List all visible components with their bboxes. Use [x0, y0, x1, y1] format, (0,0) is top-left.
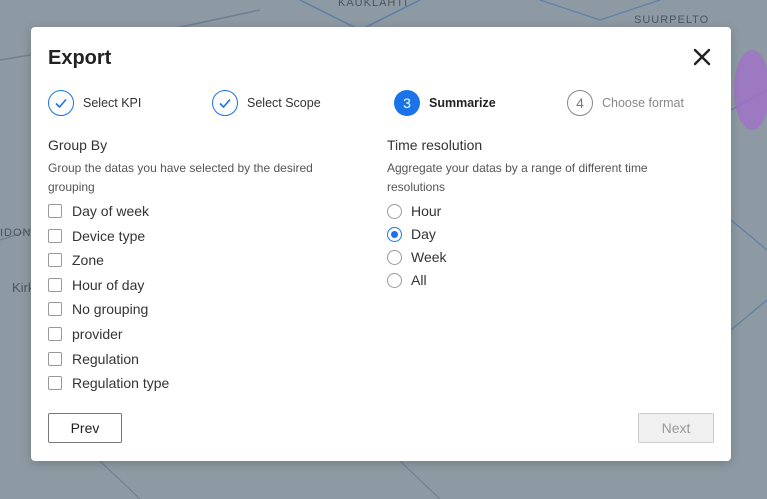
step-label: Select Scope	[247, 96, 321, 110]
step-summarize[interactable]: 3 Summarize	[394, 89, 496, 117]
option-label: provider	[72, 326, 123, 342]
option-label: Day of week	[72, 203, 150, 219]
step-label: Choose format	[602, 96, 684, 110]
option-label: All	[411, 272, 427, 288]
map-label-kauklahti: KAUKLAHTI	[338, 0, 409, 9]
checkbox[interactable]	[48, 204, 62, 218]
step-number: 4	[567, 90, 593, 116]
option-label: Zone	[72, 252, 104, 269]
option-label: Regulation type	[72, 375, 170, 392]
radio-dot	[391, 230, 398, 238]
option-label: Day	[411, 226, 436, 242]
checkbox[interactable]	[48, 277, 62, 292]
group-by-option[interactable]: Device type	[48, 226, 145, 246]
step-choose-format[interactable]: 4 Choose format	[567, 89, 684, 117]
option-label: Regulation	[72, 350, 139, 367]
time-resolution-description: Aggregate your datas by a range of diffe…	[387, 161, 648, 194]
option-label: Week	[411, 249, 447, 265]
option-label: Hour	[411, 203, 442, 219]
step-select-scope[interactable]: Select Scope	[212, 89, 321, 117]
step-label: Select KPI	[83, 96, 142, 110]
check-icon	[48, 90, 74, 116]
time-resolution-option[interactable]: Hour	[387, 201, 441, 221]
group-by-option[interactable]: Regulation type	[48, 373, 169, 393]
stepper: Select KPI Select Scope 3 Summarize 4 Ch…	[48, 89, 718, 119]
step-select-kpi[interactable]: Select KPI	[48, 89, 141, 117]
checkbox[interactable]	[48, 253, 62, 268]
group-by-option[interactable]: Zone	[48, 250, 104, 270]
time-resolution-option[interactable]: All	[387, 270, 427, 290]
group-by-option[interactable]: No grouping	[48, 299, 148, 319]
export-dialog: Export Select KPI Select Scope 3 Summari…	[31, 27, 731, 461]
group-by-option[interactable]: provider	[48, 324, 123, 344]
checkbox[interactable]	[48, 327, 62, 341]
next-button[interactable]: Next	[638, 413, 714, 443]
step-label: Summarize	[429, 96, 496, 110]
prev-button[interactable]: Prev	[48, 413, 122, 443]
check-icon	[212, 90, 238, 116]
time-resolution-option[interactable]: Week	[387, 247, 447, 267]
time-resolution-title: Time resolution	[387, 137, 483, 153]
group-by-option[interactable]: Hour of day	[48, 275, 144, 295]
group-by-option[interactable]: Day of week	[48, 201, 149, 221]
checkbox[interactable]	[48, 302, 62, 317]
checkbox[interactable]	[48, 351, 62, 366]
option-label: Hour of day	[72, 276, 145, 293]
option-label: Device type	[72, 227, 146, 244]
map-label-idon: IDON	[0, 227, 32, 239]
time-resolution-option[interactable]: Day	[387, 224, 436, 244]
map-label-suurpelto: SUURPELTO	[634, 14, 710, 26]
option-label: No grouping	[72, 301, 149, 318]
radio-button[interactable]	[387, 226, 402, 242]
close-icon[interactable]	[691, 46, 713, 68]
checkbox[interactable]	[48, 228, 62, 243]
radio-button[interactable]	[387, 203, 402, 219]
group-by-title: Group By	[48, 137, 108, 153]
dialog-title: Export	[48, 47, 112, 69]
checkbox[interactable]	[48, 376, 62, 391]
radio-button[interactable]	[387, 272, 402, 288]
step-number: 3	[394, 90, 420, 116]
radio-button[interactable]	[387, 249, 402, 265]
group-by-description: Group the datas you have selected by the…	[48, 161, 313, 194]
group-by-option[interactable]: Regulation	[48, 349, 139, 369]
